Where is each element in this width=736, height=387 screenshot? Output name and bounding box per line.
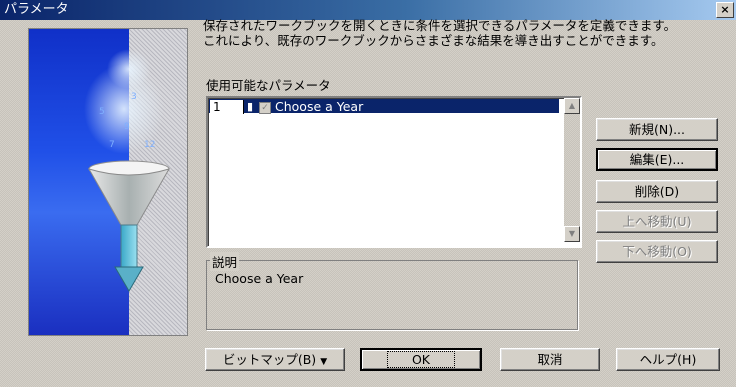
move-down-button[interactable]: 下へ移動(O)	[596, 240, 718, 263]
list-item[interactable]: 1 ▮ ✓ Choose a Year	[209, 99, 559, 114]
row-number: 1	[210, 100, 244, 114]
params-list-label: 使用可能なパラメータ	[206, 78, 331, 93]
explanation-label: 説明	[210, 252, 240, 271]
window-title: パラメータ	[4, 2, 69, 17]
ok-button[interactable]: OK	[360, 348, 482, 371]
row-name: Choose a Year	[275, 99, 364, 114]
bitmap-button[interactable]: ビットマップ(B) ▼	[205, 348, 345, 371]
cancel-button[interactable]: 取消	[500, 348, 600, 371]
edit-button[interactable]: 編集(E)...	[596, 148, 718, 171]
scroll-down-icon[interactable]: ▼	[564, 226, 580, 242]
funnel-icon: 5 9 12 7 3	[84, 49, 171, 292]
delete-button[interactable]: 削除(D)	[596, 180, 718, 203]
svg-text:7: 7	[109, 140, 115, 150]
explanation-text: Choose a Year	[215, 271, 304, 286]
dropdown-arrow-icon: ▼	[320, 357, 328, 367]
description-line-1: 保存されたワークブックを開くときに条件を選択できるパラメータを定義できます。	[203, 18, 677, 33]
description-line-2: これにより、既存のワークブックからさまざまな結果を導き出すことができます。	[203, 33, 664, 48]
new-button[interactable]: 新規(N)...	[596, 118, 718, 141]
scroll-up-icon[interactable]: ▲	[564, 98, 580, 114]
help-button[interactable]: ヘルプ(H)	[616, 348, 720, 371]
svg-text:12: 12	[144, 140, 155, 150]
funnel-illustration: 5 9 12 7 3	[28, 28, 188, 336]
scroll-track[interactable]	[564, 114, 580, 226]
bitmap-button-label: ビットマップ(B)	[222, 352, 317, 367]
svg-text:9: 9	[124, 122, 130, 132]
title-bar: パラメータ ×	[0, 0, 736, 20]
vertical-scrollbar[interactable]: ▲ ▼	[564, 98, 580, 242]
close-icon[interactable]: ×	[716, 2, 734, 18]
move-up-button[interactable]: 上へ移動(U)	[596, 210, 718, 233]
params-listbox[interactable]: 1 ▮ ✓ Choose a Year ▲ ▼	[206, 96, 582, 248]
ok-button-label: OK	[386, 351, 456, 368]
row-checkbox[interactable]: ✓	[259, 102, 271, 114]
dialog-description: 保存されたワークブックを開くときに条件を選択できるパラメータを定義できます。 こ…	[203, 18, 733, 48]
svg-text:3: 3	[131, 92, 137, 102]
row-marker: ▮	[246, 100, 254, 113]
svg-text:5: 5	[99, 107, 105, 117]
